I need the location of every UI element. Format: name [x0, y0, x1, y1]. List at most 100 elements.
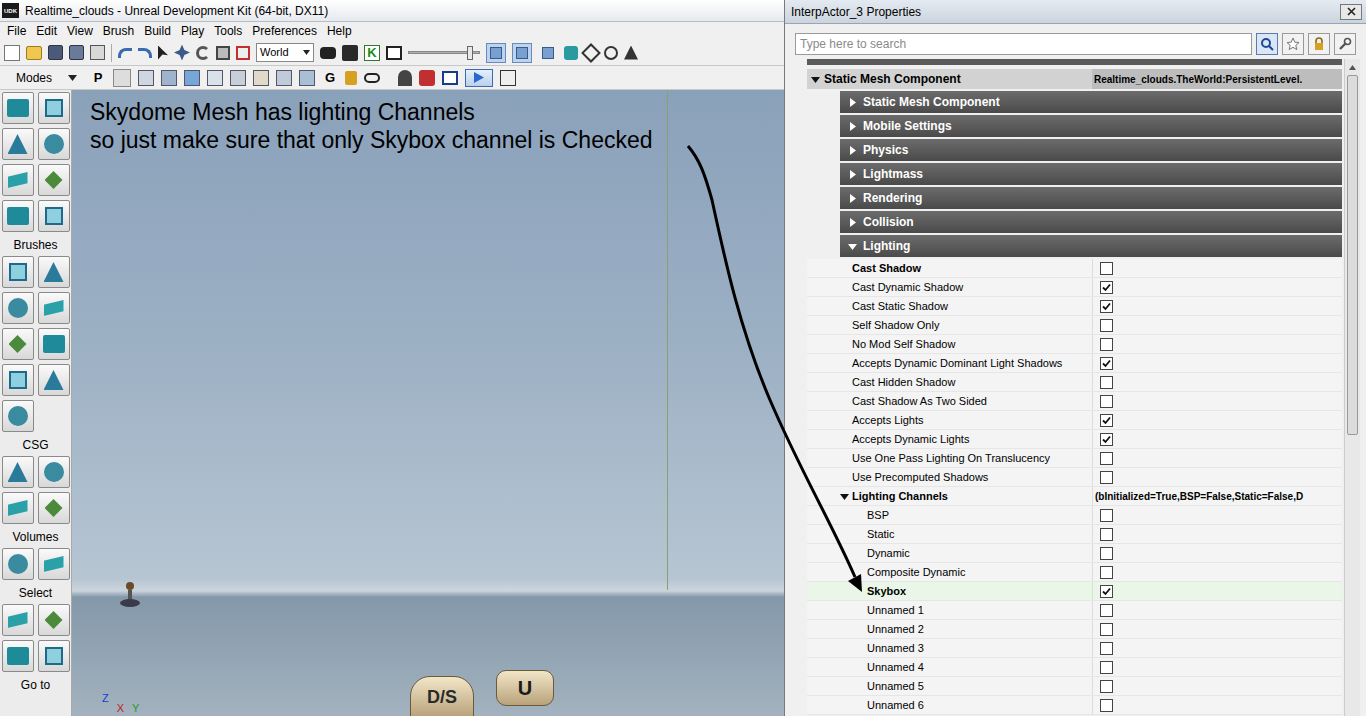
scroll-up-button[interactable] — [1345, 59, 1360, 75]
open-icon[interactable] — [26, 46, 42, 60]
lighting-channels-expander-icon[interactable] — [840, 492, 849, 501]
menu-item[interactable]: File — [2, 22, 31, 40]
mode-button[interactable] — [38, 164, 70, 196]
property-row[interactable]: Cast Shadow As Two Sided — [807, 392, 1342, 411]
property-checkbox[interactable] — [1100, 376, 1113, 389]
actor-classes-icon[interactable] — [342, 45, 358, 61]
view-toggle[interactable] — [538, 43, 558, 63]
menu-item[interactable]: Brush — [98, 22, 139, 40]
channel-checkbox[interactable] — [1100, 661, 1113, 674]
property-row[interactable]: Accepts Dynamic Dominant Light Shadows — [807, 354, 1342, 373]
copy-icon[interactable] — [90, 45, 105, 60]
component-expander-icon[interactable] — [811, 75, 820, 84]
frame-icon[interactable] — [442, 71, 458, 85]
g-button[interactable]: G — [322, 70, 338, 86]
mode-button[interactable] — [38, 128, 70, 160]
mode-button[interactable] — [2, 492, 34, 524]
select-icon[interactable] — [158, 46, 168, 60]
property-checkbox[interactable] — [1100, 471, 1113, 484]
category-header[interactable]: Physics — [840, 139, 1342, 161]
channel-row[interactable]: Dynamic — [807, 544, 1342, 563]
p-button[interactable]: P — [90, 70, 106, 86]
mode-button[interactable] — [38, 200, 70, 232]
mode-button[interactable] — [2, 400, 34, 432]
property-row[interactable]: Cast Static Shadow — [807, 297, 1342, 316]
channel-checkbox[interactable] — [1100, 623, 1113, 636]
redo-icon[interactable] — [138, 48, 152, 58]
mode-button[interactable] — [38, 364, 70, 396]
property-checkbox[interactable] — [1100, 395, 1113, 408]
channel-checkbox[interactable] — [1100, 547, 1113, 560]
vertex-icon[interactable] — [624, 46, 638, 60]
coordinate-system-select[interactable]: World — [256, 43, 314, 62]
translate-icon[interactable] — [174, 45, 190, 61]
box-8-icon[interactable] — [299, 70, 315, 86]
property-checkbox[interactable] — [1100, 414, 1113, 427]
lock-button[interactable] — [1308, 33, 1330, 55]
property-checkbox[interactable] — [1100, 433, 1113, 446]
category-header[interactable]: Collision — [840, 211, 1342, 233]
property-checkbox[interactable] — [1100, 452, 1113, 465]
box-5-icon[interactable] — [230, 70, 246, 86]
mode-button[interactable] — [2, 328, 34, 360]
mode-button[interactable] — [2, 92, 34, 124]
component-row[interactable]: Static Mesh ComponentRealtime_clouds.The… — [807, 69, 1342, 89]
mode-button[interactable] — [38, 456, 70, 488]
channel-checkbox[interactable] — [1100, 509, 1113, 522]
property-checkbox[interactable] — [1100, 357, 1113, 370]
play-button[interactable] — [465, 69, 493, 87]
menu-item[interactable]: Build — [139, 22, 176, 40]
channel-checkbox[interactable] — [1100, 699, 1113, 712]
channel-row[interactable]: BSP — [807, 506, 1342, 525]
content-browser-icon[interactable] — [386, 46, 402, 60]
scroll-thumb[interactable] — [1347, 75, 1358, 435]
channel-row[interactable]: Unnamed 1 — [807, 601, 1342, 620]
mode-button[interactable] — [2, 604, 34, 636]
pawn-button-icon[interactable] — [113, 69, 131, 87]
category-header[interactable]: Mobile Settings — [840, 115, 1342, 137]
mode-button[interactable] — [2, 364, 34, 396]
channel-checkbox[interactable] — [1100, 680, 1113, 693]
channel-checkbox[interactable] — [1100, 604, 1113, 617]
mode-button[interactable] — [38, 640, 70, 672]
mode-button[interactable] — [38, 328, 70, 360]
options-button[interactable] — [1334, 33, 1356, 55]
kismet-button[interactable]: K — [364, 45, 380, 61]
menu-item[interactable]: Help — [322, 22, 357, 40]
eye-icon[interactable] — [364, 73, 380, 83]
category-header[interactable]: Rendering — [840, 187, 1342, 209]
menu-item[interactable]: View — [62, 22, 98, 40]
lock-icon[interactable] — [345, 71, 357, 85]
category-expander-icon[interactable] — [848, 194, 857, 203]
category-header[interactable]: Lighting — [840, 235, 1342, 257]
property-checkbox[interactable] — [1100, 262, 1113, 275]
property-row[interactable]: No Mod Self Shadow — [807, 335, 1342, 354]
category-expander-icon[interactable] — [848, 146, 857, 155]
channel-row[interactable]: Composite Dynamic — [807, 563, 1342, 582]
menu-item[interactable]: Edit — [31, 22, 62, 40]
sprite-u[interactable]: U — [496, 670, 554, 706]
pawn-icon[interactable] — [398, 70, 412, 86]
view-toggle[interactable] — [512, 43, 532, 63]
scale-nonuniform-icon[interactable] — [236, 46, 250, 60]
property-checkbox[interactable] — [1100, 281, 1113, 294]
category-expander-icon[interactable] — [848, 122, 857, 131]
mode-button[interactable] — [2, 164, 34, 196]
play-on-console-icon[interactable] — [500, 70, 516, 86]
mode-button[interactable] — [2, 200, 34, 232]
search-button[interactable] — [1256, 33, 1278, 55]
category-expander-icon[interactable] — [848, 98, 857, 107]
property-row[interactable]: Self Shadow Only — [807, 316, 1342, 335]
property-checkbox[interactable] — [1100, 300, 1113, 313]
mode-button[interactable] — [2, 456, 34, 488]
arrows-icon[interactable] — [581, 43, 601, 63]
channel-checkbox[interactable] — [1100, 528, 1113, 541]
find-icon[interactable] — [320, 47, 336, 59]
box-4-icon[interactable] — [207, 70, 223, 86]
undo-icon[interactable] — [118, 48, 132, 58]
mode-button[interactable] — [38, 604, 70, 636]
new-icon[interactable] — [4, 45, 20, 61]
box-7-icon[interactable] — [276, 70, 292, 86]
sep-icon[interactable] — [387, 76, 391, 80]
mode-button[interactable] — [2, 292, 34, 324]
